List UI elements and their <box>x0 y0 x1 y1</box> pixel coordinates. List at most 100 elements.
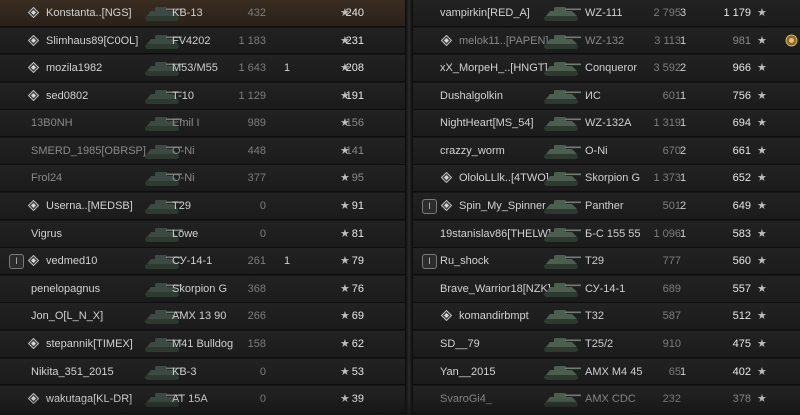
tank-name: ИС <box>585 89 601 102</box>
player-name: wakutaga[KL-DR] <box>46 393 133 406</box>
player-row[interactable]: SvaroGi4_ AMX CDC 232 378 ★ <box>413 386 800 413</box>
battles-count: 368 <box>247 282 266 295</box>
tank-silhouette-icon <box>540 57 584 79</box>
player-row[interactable]: NightHeart[MS_54] WZ-132A 1 319 1 694 ★ <box>413 110 800 138</box>
tank-silhouette-icon <box>540 278 584 300</box>
player-row[interactable]: I Ru_shock T29 777 560 ★ <box>413 248 800 276</box>
tank-name: Panther <box>585 200 624 213</box>
star-icon: ★ <box>757 200 767 213</box>
score-value: 981 <box>732 34 751 47</box>
player-name: SMERD_1985[OBRSP] <box>31 144 146 157</box>
player-row[interactable]: Konstanta..[NGS] KB-13 432 240 ★ <box>0 0 405 27</box>
tank-silhouette-icon <box>540 140 584 162</box>
kills-count <box>279 193 295 219</box>
kills-count <box>279 83 295 109</box>
player-row[interactable]: melok11..[PAPEN] WZ-132 3 113 1 981 ★ <box>413 27 800 55</box>
score-value: 378 <box>732 393 751 406</box>
player-row[interactable]: sed0802 T-10 1 129 191 ★ <box>0 82 405 110</box>
player-row[interactable]: I Spin_My_Spinner Panther 501 2 649 ★ <box>413 193 800 220</box>
star-icon: ★ <box>340 7 350 19</box>
score-value: 1 179 <box>723 7 751 19</box>
tank-silhouette-icon <box>540 333 584 355</box>
tank-name: O-Ni <box>172 144 195 157</box>
tank-silhouette-icon <box>540 223 584 245</box>
player-row[interactable]: Jon_O[L_N_X] AMX 13 90 266 69 ★ <box>0 303 405 331</box>
player-row[interactable]: komandirbmpt T32 587 512 ★ <box>413 303 800 331</box>
player-row[interactable]: OloloLLlk..[4TWO] Skorpion G1 373 1 652 ★ <box>413 165 800 193</box>
player-row[interactable]: wakutaga[KL-DR] AT 15A 0 39 ★ <box>0 386 405 413</box>
score-value: 661 <box>732 144 751 157</box>
platoon-icon: I <box>422 254 437 270</box>
player-row[interactable]: Nikita_351_2015 KB-3 0 53 ★ <box>0 358 405 386</box>
player-row[interactable]: Slimhaus89[C0OL] FV4202 1 183 231 ★ <box>0 27 405 55</box>
player-name: Konstanta..[NGS] <box>46 7 132 19</box>
player-row[interactable]: Dushalgolkin ИС 601 1 756 ★ <box>413 82 800 110</box>
player-name: melok11..[PAPEN] <box>459 34 549 47</box>
rank-badge-icon <box>28 200 39 212</box>
score-value: 475 <box>732 337 751 350</box>
player-name: vampirkin[RED_A] <box>440 7 530 19</box>
battles-count: 377 <box>247 172 266 185</box>
star-icon: ★ <box>340 282 350 295</box>
battles-count: 266 <box>247 310 266 323</box>
star-icon: ★ <box>757 393 767 406</box>
kills-count <box>279 331 295 357</box>
kills-count <box>675 248 691 274</box>
player-row[interactable]: xX_MorpeH_..[HNGT] Conqueror 3 592 2 966 ★ <box>413 55 800 83</box>
star-icon: ★ <box>340 310 350 323</box>
battles-count: 158 <box>247 337 266 350</box>
tank-name: KB-13 <box>172 7 203 19</box>
tank-name: AMX M4 45 <box>585 365 643 378</box>
tank-name: M41 Bulldog <box>172 337 234 350</box>
tank-name: O-Ni <box>172 172 195 185</box>
star-icon: ★ <box>757 310 767 323</box>
player-row[interactable]: Userna..[MEDSB] T29 0 91 ★ <box>0 193 405 220</box>
rank-badge-icon <box>28 7 39 18</box>
player-name: Frol24 <box>31 172 63 185</box>
tank-name: T29 <box>585 255 604 268</box>
tank-silhouette-icon <box>540 250 584 272</box>
player-row[interactable]: Brave_Warrior18[NZK] СУ-14-1 689 557 ★ <box>413 275 800 303</box>
tank-name: KB-3 <box>172 365 197 378</box>
star-icon: ★ <box>757 117 767 130</box>
battles-count: 1 643 <box>238 62 266 75</box>
player-row[interactable]: mozila1982 M53/M55 1 643 1 208 ★ <box>0 55 405 83</box>
kills-count <box>279 138 295 164</box>
player-row[interactable]: Vigrus Löwe 0 81 ★ <box>0 220 405 248</box>
kills-count: 3 <box>679 7 687 19</box>
kills-count: 1 <box>283 255 291 268</box>
battles-count: 1 183 <box>238 34 266 47</box>
player-row[interactable]: Ivedmed10 СУ-14-1 261 1 79 ★ <box>0 248 405 276</box>
tank-silhouette-icon <box>540 112 584 134</box>
player-row[interactable]: Frol24 O-Ni 377 95 ★ <box>0 165 405 193</box>
player-row[interactable]: SD__79 T25/2 910 475 ★ <box>413 330 800 358</box>
kills-count: 2 <box>679 62 687 75</box>
rank-badge-icon <box>28 62 39 74</box>
score-value: 694 <box>732 117 751 130</box>
kills-count: 1 <box>679 365 687 378</box>
player-row[interactable]: Yan__2015 AMX M4 45 65 1 402 ★ <box>413 358 800 386</box>
player-name: 19stanislav86[THELW] <box>440 227 552 240</box>
player-row[interactable]: 13B0NH Emil I 989 156 ★ <box>0 110 405 138</box>
tank-name: AT 15A <box>172 393 208 406</box>
player-row[interactable]: vampirkin[RED_A] WZ-111 2 795 3 1 179 ★ <box>413 0 800 27</box>
player-name: sed0802 <box>46 89 89 102</box>
kills-count <box>279 165 295 191</box>
player-name: OloloLLlk..[4TWO] <box>459 172 549 185</box>
tank-name: T25/2 <box>585 337 614 350</box>
tank-name: AMX 13 90 <box>172 310 227 323</box>
player-row[interactable]: 19stanislav86[THELW] Б-С 155 55 1 096 1 583 ★ <box>413 220 800 248</box>
kills-count: 1 <box>679 172 687 185</box>
player-name: Dushalgolkin <box>440 89 503 102</box>
tank-name: AMX CDC <box>585 393 636 406</box>
player-row[interactable]: stepannik[TIMEX] M41 Bulldog 158 62 ★ <box>0 330 405 358</box>
left-team-panel: Konstanta..[NGS] KB-13 432 240 ★ Slimhaus89[C… <box>0 0 405 415</box>
player-name: Yan__2015 <box>440 365 496 378</box>
player-row[interactable]: SMERD_1985[OBRSP] O-Ni 448 141 ★ <box>0 137 405 165</box>
kills-count <box>279 221 295 247</box>
star-icon: ★ <box>340 117 350 130</box>
kills-count: 1 <box>679 227 687 240</box>
player-row[interactable]: crazzy_worm O-Ni 670 2 661 ★ <box>413 137 800 165</box>
player-row[interactable]: penelopagnus Skorpion G 368 76 ★ <box>0 275 405 303</box>
score-value: 756 <box>732 89 751 102</box>
